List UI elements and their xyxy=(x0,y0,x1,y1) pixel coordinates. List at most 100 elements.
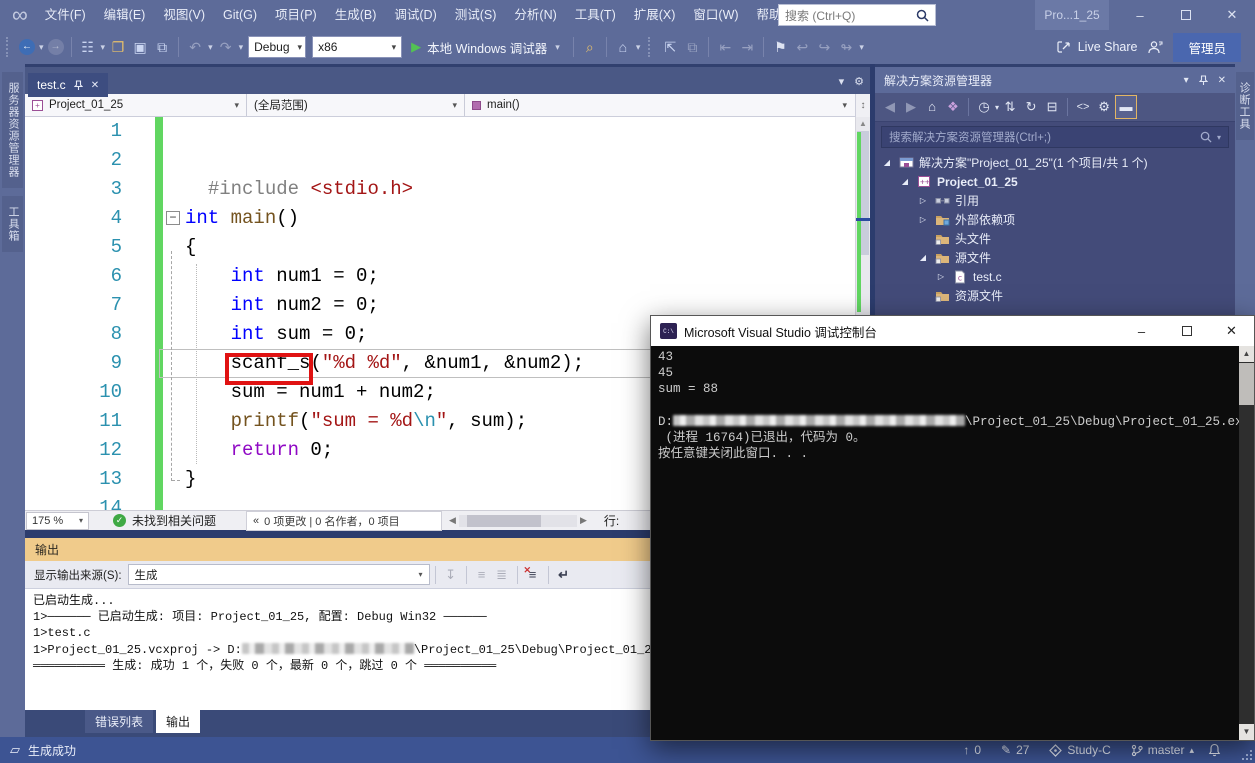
tree-item--project_01_25-1-1-[interactable]: ◢解决方案"Project_01_25"(1 个项目/共 1 个) xyxy=(875,153,1235,172)
clear-all-output-button[interactable]: ≡✕ xyxy=(523,567,543,582)
performance-profiler-icon[interactable]: ⌕ xyxy=(579,35,601,59)
configuration-dropdown[interactable]: Debug▾ xyxy=(248,36,306,58)
code-line-6[interactable]: 6 int num1 = 0; xyxy=(25,262,855,291)
previous-message-button[interactable]: ≡ xyxy=(472,567,492,582)
tree-expander-icon[interactable]: ▷ xyxy=(935,272,947,281)
new-project-button[interactable]: ☷ xyxy=(77,35,99,59)
code-line-5[interactable]: 5{ xyxy=(25,233,855,262)
menu-item-4[interactable]: 项目(P) xyxy=(266,0,326,30)
zoom-level-dropdown[interactable]: 175 % ▾ xyxy=(26,512,89,530)
toolbar-drag-grip[interactable] xyxy=(648,37,653,57)
solution-explorer-search-box[interactable]: 搜索解决方案资源管理器(Ctrl+;) ▾ xyxy=(881,126,1229,148)
next-message-button[interactable]: ≣ xyxy=(492,567,512,583)
code-line-1[interactable]: 1 xyxy=(25,117,855,146)
console-maximize-button[interactable] xyxy=(1164,316,1209,346)
document-tab-testc[interactable]: test.c ✕ xyxy=(28,73,108,97)
console-output-text[interactable]: 4345sum = 88 D:\Project_01_25\Debug\Proj… xyxy=(651,346,1239,740)
properties-button[interactable]: ⚙ xyxy=(1094,96,1114,118)
collapse-all-button[interactable]: ⊟ xyxy=(1042,96,1062,118)
sidebar-tab-toolbox[interactable]: 工具箱 xyxy=(2,196,23,252)
save-button[interactable]: ▣ xyxy=(129,35,151,59)
navigate-back-button[interactable]: ← xyxy=(19,39,35,55)
editor-horizontal-scrollbar[interactable]: ◀ ▶ xyxy=(446,515,590,527)
member-dropdown[interactable]: main() ▾ xyxy=(465,94,870,116)
branch-button[interactable]: master ▴ xyxy=(1125,743,1200,757)
collapse-region-icon[interactable]: − xyxy=(166,211,180,225)
output-source-dropdown[interactable]: 生成 ▾ xyxy=(128,564,430,585)
menu-item-3[interactable]: Git(G) xyxy=(214,0,266,30)
sidebar-tab-diagnostic-tools[interactable]: 诊断工具 xyxy=(1236,72,1254,140)
outlining-margin[interactable]: − xyxy=(163,204,185,233)
glyph-margin[interactable] xyxy=(129,407,155,436)
find-message-button[interactable]: ↧ xyxy=(441,567,461,583)
menu-item-0[interactable]: 文件(F) xyxy=(36,0,95,30)
start-debugging-button[interactable]: ▶ 本地 Windows 调试器 ▾ xyxy=(411,38,562,57)
tree-item--[interactable]: 资源文件 xyxy=(875,286,1235,305)
scrollbar-track[interactable] xyxy=(459,515,577,527)
window-position-dropdown-icon[interactable]: ▾ xyxy=(1184,75,1189,86)
menu-item-9[interactable]: 工具(T) xyxy=(566,0,625,30)
close-tab-icon[interactable]: ✕ xyxy=(91,80,99,91)
glyph-margin[interactable] xyxy=(129,291,155,320)
glyph-margin[interactable] xyxy=(129,233,155,262)
glyph-margin[interactable] xyxy=(129,262,155,291)
menu-item-8[interactable]: 分析(N) xyxy=(505,0,565,30)
console-close-button[interactable]: ✕ xyxy=(1209,316,1254,346)
next-bookmark-button[interactable]: ↪ xyxy=(813,35,835,59)
debugger-dropdown[interactable]: ▾ xyxy=(555,42,560,53)
tree-item-project_01_25[interactable]: ◢++Project_01_25 xyxy=(875,172,1235,191)
push-count-button[interactable]: ↑ 0 xyxy=(957,743,987,757)
tree-expander-icon[interactable]: ▷ xyxy=(917,215,929,224)
live-share-button[interactable]: Live Share xyxy=(1057,40,1138,54)
close-panel-icon[interactable]: ✕ xyxy=(1218,75,1226,86)
outlining-margin[interactable] xyxy=(163,233,185,262)
undo-dropdown[interactable]: ▾ xyxy=(208,42,213,53)
new-project-dropdown[interactable]: ▾ xyxy=(101,42,106,53)
attach-to-process-button[interactable]: ⇱ xyxy=(659,35,681,59)
undo-button[interactable]: ↶ xyxy=(184,35,206,59)
open-file-button[interactable]: ❐ xyxy=(107,35,129,59)
scroll-up-arrow[interactable]: ▲ xyxy=(1239,346,1254,362)
outlining-margin[interactable] xyxy=(163,320,185,349)
repository-button[interactable]: Study-C xyxy=(1043,743,1116,757)
scroll-down-arrow[interactable]: ▼ xyxy=(1239,724,1254,740)
scrollbar-thumb[interactable] xyxy=(467,515,541,527)
tree-expander-icon[interactable]: ◢ xyxy=(899,177,911,186)
refresh-button[interactable]: ↻ xyxy=(1021,96,1041,118)
console-minimize-button[interactable]: – xyxy=(1119,316,1164,346)
forward-button[interactable]: ▶ xyxy=(901,96,921,118)
show-all-files-toggle[interactable]: ▬ xyxy=(1115,95,1137,119)
glyph-margin[interactable] xyxy=(129,494,155,510)
tab-error-list[interactable]: 错误列表 xyxy=(85,710,153,733)
glyph-margin[interactable] xyxy=(129,204,155,233)
debug-console-window[interactable]: C:\ Microsoft Visual Studio 调试控制台 – ✕ 43… xyxy=(650,315,1255,741)
platform-dropdown[interactable]: x86▾ xyxy=(312,36,402,58)
pin-icon[interactable] xyxy=(74,80,83,91)
close-button[interactable]: ✕ xyxy=(1209,0,1255,30)
outlining-margin[interactable] xyxy=(163,436,185,465)
maximize-button[interactable] xyxy=(1163,0,1209,30)
redo-button[interactable]: ↷ xyxy=(215,35,237,59)
glyph-margin[interactable] xyxy=(129,349,155,378)
minimize-button[interactable]: – xyxy=(1117,0,1163,30)
type-scope-dropdown[interactable]: (全局范围) ▾ xyxy=(247,94,465,116)
editor-splitter-handle[interactable]: ↕ xyxy=(855,94,870,117)
back-button[interactable]: ◀ xyxy=(880,96,900,118)
project-scope-dropdown[interactable]: + Project_01_25 ▾ xyxy=(25,94,247,116)
code-line-4[interactable]: 4−int main() xyxy=(25,204,855,233)
window-resize-grip[interactable] xyxy=(1241,749,1253,761)
scroll-left-arrow[interactable]: ◀ xyxy=(446,515,459,526)
outlining-margin[interactable] xyxy=(163,262,185,291)
tab-output[interactable]: 输出 xyxy=(156,710,200,733)
feedback-person-icon[interactable] xyxy=(1147,40,1163,55)
console-scrollbar[interactable]: ▲ ▼ xyxy=(1239,346,1254,740)
quick-search-box[interactable]: 搜索 (Ctrl+Q) xyxy=(778,4,936,26)
outlining-margin[interactable] xyxy=(163,146,185,175)
tree-item--[interactable]: 头文件 xyxy=(875,229,1235,248)
code-line-2[interactable]: 2 xyxy=(25,146,855,175)
glyph-margin[interactable] xyxy=(129,436,155,465)
outlining-margin[interactable] xyxy=(163,349,185,378)
menu-item-11[interactable]: 窗口(W) xyxy=(684,0,747,30)
pending-changes-filter-button[interactable]: ◷ xyxy=(974,96,994,118)
save-all-button[interactable]: ⧉ xyxy=(151,35,173,59)
